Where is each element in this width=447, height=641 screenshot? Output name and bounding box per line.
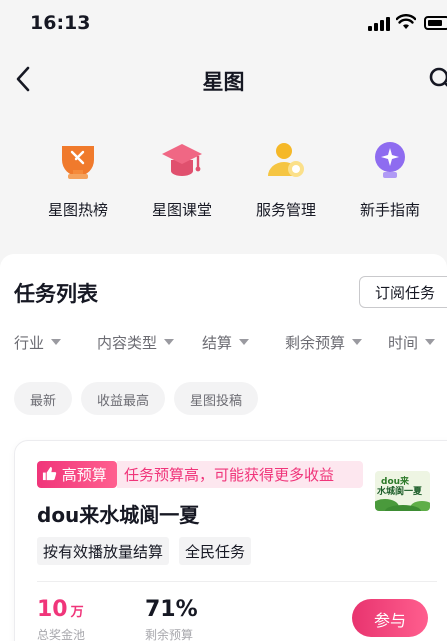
divider — [37, 581, 437, 582]
quick-link-classroom[interactable]: 星图课堂 — [130, 138, 234, 220]
subscribe-button[interactable]: 订阅任务 — [359, 276, 447, 308]
task-card[interactable]: 高预算 任务预算高，可能获得更多收益 dou来 水城阆一夏 dou来水城阆一夏 … — [14, 440, 447, 641]
tag-description: 任务预算高，可能获得更多收益 — [117, 461, 363, 488]
task-thumbnail: dou来 水城阆一夏 — [375, 471, 430, 511]
page-title: 星图 — [202, 70, 245, 94]
filter-label: 行业 — [14, 334, 45, 352]
caret-down-icon — [352, 339, 363, 345]
caret-down-icon — [425, 339, 436, 345]
prize-unit: 万 — [70, 605, 84, 620]
quick-link-label: 星图课堂 — [151, 201, 212, 219]
badge-task-type: 全民任务 — [179, 537, 252, 565]
high-budget-tag: 高预算 — [37, 461, 117, 488]
lightbulb-icon — [375, 142, 405, 178]
tag-label: 高预算 — [61, 466, 107, 484]
quick-link-guide[interactable]: 新手指南 — [338, 138, 442, 220]
status-time: 16:13 — [30, 12, 91, 34]
quick-link-hot-list[interactable]: 星图热榜 — [26, 138, 130, 220]
prize-pool-value: 10 万 — [37, 597, 84, 622]
quick-link-label: 星图热榜 — [47, 201, 108, 219]
filter-industry[interactable]: 行业 — [14, 332, 62, 353]
prize-number: 10 — [37, 597, 68, 622]
quick-link-service[interactable]: 服务管理 — [234, 138, 338, 220]
caret-down-icon — [164, 339, 175, 345]
badge-settlement: 按有效播放量结算 — [37, 537, 170, 565]
sort-chip-xingtu-submission[interactable]: 星图投稿 — [174, 382, 258, 415]
filter-label: 内容类型 — [97, 334, 158, 352]
filter-settlement[interactable]: 结算 — [202, 332, 250, 353]
wifi-icon — [396, 14, 416, 29]
status-bar: 16:13 — [0, 0, 447, 48]
trophy-icon — [62, 146, 94, 179]
battery-icon — [424, 16, 447, 30]
remaining-budget-value: 71% — [145, 597, 198, 622]
prize-pool-label: 总奖金池 — [37, 628, 86, 641]
filter-time[interactable]: 时间 — [388, 332, 436, 353]
filter-row: 行业 内容类型 结算 剩余预算 时间 — [0, 332, 447, 356]
search-icon[interactable] — [426, 64, 447, 94]
task-list-title: 任务列表 — [14, 282, 98, 306]
sort-chip-highest-income[interactable]: 收益最高 — [81, 382, 165, 415]
filter-label: 结算 — [202, 334, 233, 352]
quick-links: 星图热榜 星图课堂 服务管理 新手指南 — [0, 138, 447, 228]
sort-chip-latest[interactable]: 最新 — [14, 382, 72, 415]
thumbnail-text: 水城阆一夏 — [377, 487, 423, 497]
thumbs-up-icon — [42, 466, 57, 481]
filter-content-type[interactable]: 内容类型 — [97, 332, 175, 353]
join-button[interactable]: 参与 — [352, 599, 428, 637]
filter-label: 时间 — [388, 334, 419, 352]
quick-link-label: 新手指南 — [359, 201, 420, 219]
task-title: dou来水城阆一夏 — [37, 503, 200, 527]
quick-link-label: 服务管理 — [255, 201, 316, 219]
signal-icon — [368, 17, 390, 31]
filter-label: 剩余预算 — [285, 334, 346, 352]
caret-down-icon — [51, 339, 62, 345]
nav-bar: 星图 — [0, 54, 447, 106]
filter-remaining-budget[interactable]: 剩余预算 — [285, 332, 363, 353]
user-service-icon — [268, 143, 304, 177]
caret-down-icon — [239, 339, 250, 345]
graduation-cap-icon — [162, 144, 202, 176]
remaining-budget-label: 剩余预算 — [145, 628, 194, 641]
